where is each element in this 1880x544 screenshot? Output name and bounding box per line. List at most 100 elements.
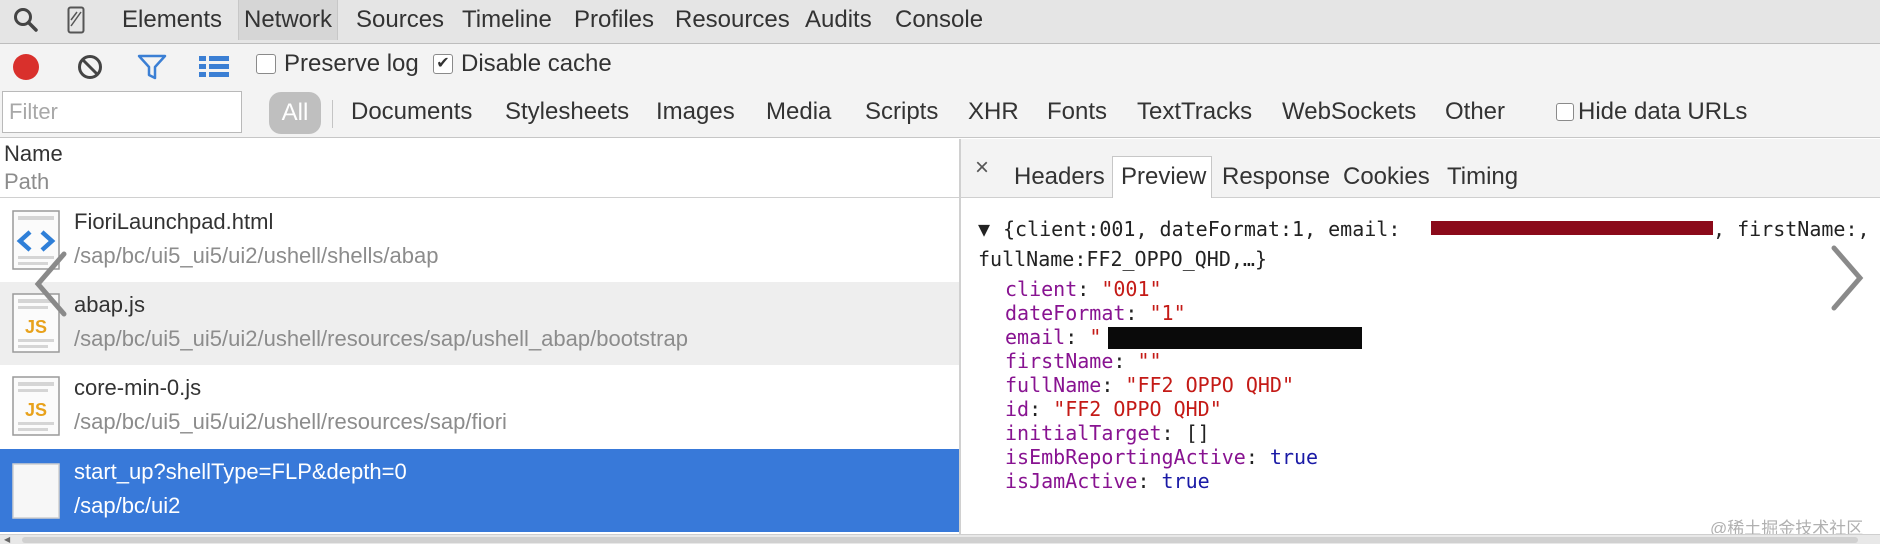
previous-arrow-icon[interactable] (32, 250, 68, 323)
clear-icon[interactable] (75, 52, 105, 82)
json-value: true (1161, 469, 1210, 493)
json-key: dateFormat (1005, 301, 1126, 325)
tab-resources[interactable]: Resources (670, 0, 795, 40)
filter-separator (332, 100, 333, 128)
request-name: start_up?shellType=FLP&depth=0 (74, 459, 407, 484)
json-property: email: " (1005, 325, 1102, 349)
column-header-path: Path (4, 169, 50, 194)
hide-data-urls-label: Hide data URLs (1578, 98, 1748, 125)
filter-type-scripts[interactable]: Scripts (865, 98, 938, 126)
filter-type-documents[interactable]: Documents (351, 98, 472, 126)
redaction-mark (1431, 221, 1713, 235)
json-summary-line-1b: , firstName:, (1713, 217, 1870, 241)
json-value: " (1089, 325, 1102, 349)
preserve-log-label: Preserve log (284, 50, 419, 77)
request-name: FioriLaunchpad.html (74, 209, 274, 234)
tab-timeline[interactable]: Timeline (457, 0, 557, 40)
json-key: email (1005, 325, 1066, 349)
tab-profiles[interactable]: Profiles (569, 0, 659, 40)
json-value: true (1269, 445, 1319, 469)
json-summary-line-2: fullName:FF2_OPPO_QHD,…} (978, 247, 1267, 271)
filter-icon[interactable] (137, 52, 167, 82)
detail-tab-timing[interactable]: Timing (1447, 163, 1518, 191)
filter-type-media[interactable]: Media (766, 98, 831, 126)
json-key: isJamActive (1005, 469, 1138, 493)
tab-console[interactable]: Console (890, 0, 988, 40)
detail-tab-preview[interactable]: Preview (1121, 163, 1206, 191)
json-property: isEmbReportingActive: true (1005, 445, 1319, 469)
detail-tab-response[interactable]: Response (1222, 163, 1330, 191)
json-value: "FF2 OPPO QHD" (1053, 397, 1222, 421)
filter-type-other[interactable]: Other (1445, 98, 1505, 126)
json-summary-line-1a: {client:001, dateFormat:1, email: (1003, 217, 1401, 241)
scrollbar-thumb[interactable] (22, 537, 1858, 543)
json-value: "1" (1149, 301, 1186, 325)
tab-elements[interactable]: Elements (117, 0, 227, 40)
detail-tab-cookies[interactable]: Cookies (1343, 163, 1430, 191)
request-name: abap.js (74, 292, 145, 317)
json-value: "001" (1101, 277, 1162, 301)
json-value: "FF2 OPPO QHD" (1125, 373, 1294, 397)
filter-type-fonts[interactable]: Fonts (1047, 98, 1107, 126)
search-icon[interactable] (10, 0, 42, 40)
close-icon[interactable]: × (975, 154, 989, 182)
blank-file-icon (12, 463, 60, 523)
js-file-icon: JS (12, 376, 60, 436)
record-icon[interactable] (11, 52, 41, 82)
request-row[interactable]: JS abap.js /sap/bc/ui5_ui5/ui2/ushell/re… (0, 282, 960, 365)
json-key: id (1005, 397, 1030, 421)
json-key: firstName (1005, 349, 1114, 373)
filter-type-all[interactable]: All (269, 92, 321, 134)
disable-cache-box[interactable]: ✔ (433, 54, 453, 74)
disable-cache-checkbox[interactable]: ✔ Disable cache (433, 50, 612, 78)
detail-tab-headers[interactable]: Headers (1014, 163, 1105, 191)
tab-sources[interactable]: Sources (351, 0, 449, 40)
request-name: core-min-0.js (74, 375, 202, 400)
request-path: /sap/bc/ui5_ui5/ui2/ushell/shells/abap (74, 243, 439, 268)
filter-type-stylesheets[interactable]: Stylesheets (505, 98, 629, 126)
preserve-log-box[interactable] (256, 54, 276, 74)
request-row[interactable]: JS core-min-0.js /sap/bc/ui5_ui5/ui2/ush… (0, 365, 960, 448)
svg-text:JS: JS (25, 400, 47, 420)
request-row[interactable]: FioriLaunchpad.html /sap/bc/ui5_ui5/ui2/… (0, 199, 960, 282)
json-property: isJamActive: true (1005, 469, 1210, 493)
preserve-log-checkbox[interactable]: Preserve log (256, 50, 419, 78)
devtools-tab-bar: Elements Network Sources Timeline Profil… (0, 0, 1880, 44)
horizontal-scrollbar[interactable]: ◀ (0, 534, 1880, 544)
filter-type-images[interactable]: Images (656, 98, 735, 126)
json-property: client: "001" (1005, 277, 1162, 301)
column-header-name[interactable]: Name (4, 141, 63, 167)
tab-audits[interactable]: Audits (800, 0, 877, 40)
json-preview: ▼ {client:001, dateFormat:1, email: , fi… (961, 199, 1880, 534)
disable-cache-label: Disable cache (461, 50, 612, 77)
request-path: /sap/bc/ui5_ui5/ui2/ushell/resources/sap… (74, 326, 688, 351)
json-key: client (1005, 277, 1078, 301)
request-list-header[interactable]: Name Path (0, 139, 960, 198)
device-mode-icon[interactable] (64, 0, 88, 40)
json-key: isEmbReportingActive (1005, 445, 1246, 469)
hide-data-urls-box[interactable] (1556, 103, 1574, 121)
scroll-left-icon[interactable]: ◀ (4, 535, 10, 544)
tab-network[interactable]: Network (238, 0, 339, 40)
filter-type-xhr[interactable]: XHR (968, 98, 1019, 126)
json-property: id: "FF2 OPPO QHD" (1005, 397, 1222, 421)
request-path: /sap/bc/ui2 (74, 493, 181, 518)
expand-triangle-icon[interactable]: ▼ (978, 217, 990, 241)
json-value: [] (1185, 421, 1210, 445)
list-view-icon[interactable] (199, 52, 229, 82)
json-property: dateFormat: "1" (1005, 301, 1186, 325)
request-row-selected[interactable]: start_up?shellType=FLP&depth=0 /sap/bc/u… (0, 449, 960, 532)
json-key: fullName (1005, 373, 1102, 397)
json-value: "" (1137, 349, 1162, 373)
request-path: /sap/bc/ui5_ui5/ui2/ushell/resources/sap… (74, 409, 507, 434)
next-arrow-icon[interactable] (1830, 244, 1866, 317)
json-key: initialTarget (1005, 421, 1162, 445)
json-property: firstName: "" (1005, 349, 1162, 373)
redaction-mark (1108, 327, 1362, 349)
filter-type-websockets[interactable]: WebSockets (1282, 98, 1416, 126)
json-property: initialTarget: [] (1005, 421, 1210, 445)
json-property: fullName: "FF2 OPPO QHD" (1005, 373, 1294, 397)
filter-input[interactable] (2, 91, 242, 133)
filter-type-texttracks[interactable]: TextTracks (1137, 98, 1252, 126)
hide-data-urls-checkbox[interactable]: Hide data URLs (1556, 98, 1747, 126)
